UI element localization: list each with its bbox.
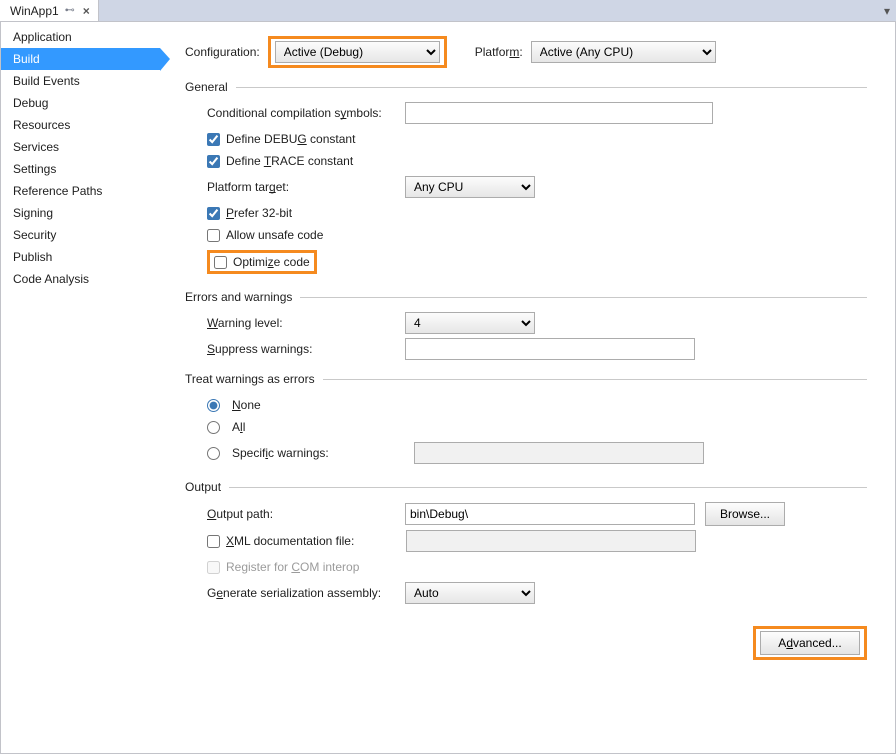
optimize-code-label: Optimize code	[233, 255, 310, 269]
prefer-32bit-label: Prefer 32-bit	[226, 206, 292, 220]
sidenav-item-build[interactable]: Build	[1, 48, 160, 70]
platform-target-select[interactable]: Any CPU	[405, 176, 535, 198]
sidenav-item-build-events[interactable]: Build Events	[1, 70, 160, 92]
treat-specific-radio[interactable]	[207, 447, 220, 460]
project-property-nav: Application Build Build Events Debug Res…	[1, 22, 161, 753]
allow-unsafe-checkbox[interactable]	[207, 229, 220, 242]
build-page: Configuration: Active (Debug) Platform: …	[161, 22, 895, 753]
output-path-input[interactable]	[405, 503, 695, 525]
sidenav-item-publish[interactable]: Publish	[1, 246, 160, 268]
register-com-checkbox	[207, 561, 220, 574]
sidenav-item-reference-paths[interactable]: Reference Paths	[1, 180, 160, 202]
xml-doc-label: XML documentation file:	[226, 534, 406, 548]
section-errors: Errors and warnings	[185, 290, 292, 304]
platform-target-label: Platform target:	[207, 180, 405, 194]
section-output: Output	[185, 480, 221, 494]
cond-symbols-label: Conditional compilation symbols:	[207, 106, 405, 120]
register-com-label: Register for COM interop	[226, 560, 359, 574]
output-path-label: Output path:	[207, 507, 405, 521]
treat-specific-label: Specific warnings:	[232, 446, 408, 460]
xml-doc-checkbox[interactable]	[207, 535, 220, 548]
divider	[323, 379, 867, 380]
section-treat-warnings: Treat warnings as errors	[185, 372, 315, 386]
treat-specific-input	[414, 442, 704, 464]
sidenav-item-settings[interactable]: Settings	[1, 158, 160, 180]
pin-icon[interactable]: ⊷	[65, 5, 75, 16]
workspace: Application Build Build Events Debug Res…	[0, 22, 896, 754]
tab-winapp1[interactable]: WinApp1 ⊷ ×	[0, 0, 99, 21]
highlight-optimize: Optimize code	[207, 250, 317, 274]
gen-serialization-select[interactable]: Auto	[405, 582, 535, 604]
sidenav-item-debug[interactable]: Debug	[1, 92, 160, 114]
sidenav-item-security[interactable]: Security	[1, 224, 160, 246]
treat-none-radio[interactable]	[207, 399, 220, 412]
treat-none-label: None	[232, 398, 261, 412]
gen-serialization-label: Generate serialization assembly:	[207, 586, 405, 600]
define-debug-label: Define DEBUG constant	[226, 132, 355, 146]
sidenav-item-code-analysis[interactable]: Code Analysis	[1, 268, 160, 290]
platform-select[interactable]: Active (Any CPU)	[531, 41, 716, 63]
configuration-select[interactable]: Active (Debug)	[275, 41, 440, 63]
suppress-warnings-input[interactable]	[405, 338, 695, 360]
sidenav-item-services[interactable]: Services	[1, 136, 160, 158]
allow-unsafe-label: Allow unsafe code	[226, 228, 323, 242]
browse-button[interactable]: Browse...	[705, 502, 785, 526]
define-trace-label: Define TRACE constant	[226, 154, 353, 168]
platform-label: Platform:	[475, 45, 523, 59]
treat-all-radio[interactable]	[207, 421, 220, 434]
define-trace-checkbox[interactable]	[207, 155, 220, 168]
divider	[236, 87, 867, 88]
cond-symbols-input[interactable]	[405, 102, 713, 124]
sidenav-item-application[interactable]: Application	[1, 26, 160, 48]
document-tab-bar: WinApp1 ⊷ × ▾	[0, 0, 896, 22]
warning-level-label: Warning level:	[207, 316, 405, 330]
prefer-32bit-checkbox[interactable]	[207, 207, 220, 220]
treat-all-label: All	[232, 420, 245, 434]
divider	[229, 487, 867, 488]
tab-title: WinApp1	[10, 4, 59, 18]
highlight-configuration: Active (Debug)	[268, 36, 447, 68]
warning-level-select[interactable]: 4	[405, 312, 535, 334]
define-debug-checkbox[interactable]	[207, 133, 220, 146]
suppress-warnings-label: Suppress warnings:	[207, 342, 405, 356]
xml-doc-input	[406, 530, 696, 552]
section-general: General	[185, 80, 228, 94]
highlight-advanced: Advanced...	[753, 626, 867, 660]
divider	[300, 297, 867, 298]
close-icon[interactable]: ×	[81, 4, 92, 18]
sidenav-item-signing[interactable]: Signing	[1, 202, 160, 224]
configuration-label: Configuration:	[185, 45, 260, 59]
advanced-button[interactable]: Advanced...	[760, 631, 860, 655]
tab-bar-overflow-icon[interactable]: ▾	[878, 0, 896, 21]
sidenav-item-resources[interactable]: Resources	[1, 114, 160, 136]
optimize-code-checkbox[interactable]	[214, 256, 227, 269]
